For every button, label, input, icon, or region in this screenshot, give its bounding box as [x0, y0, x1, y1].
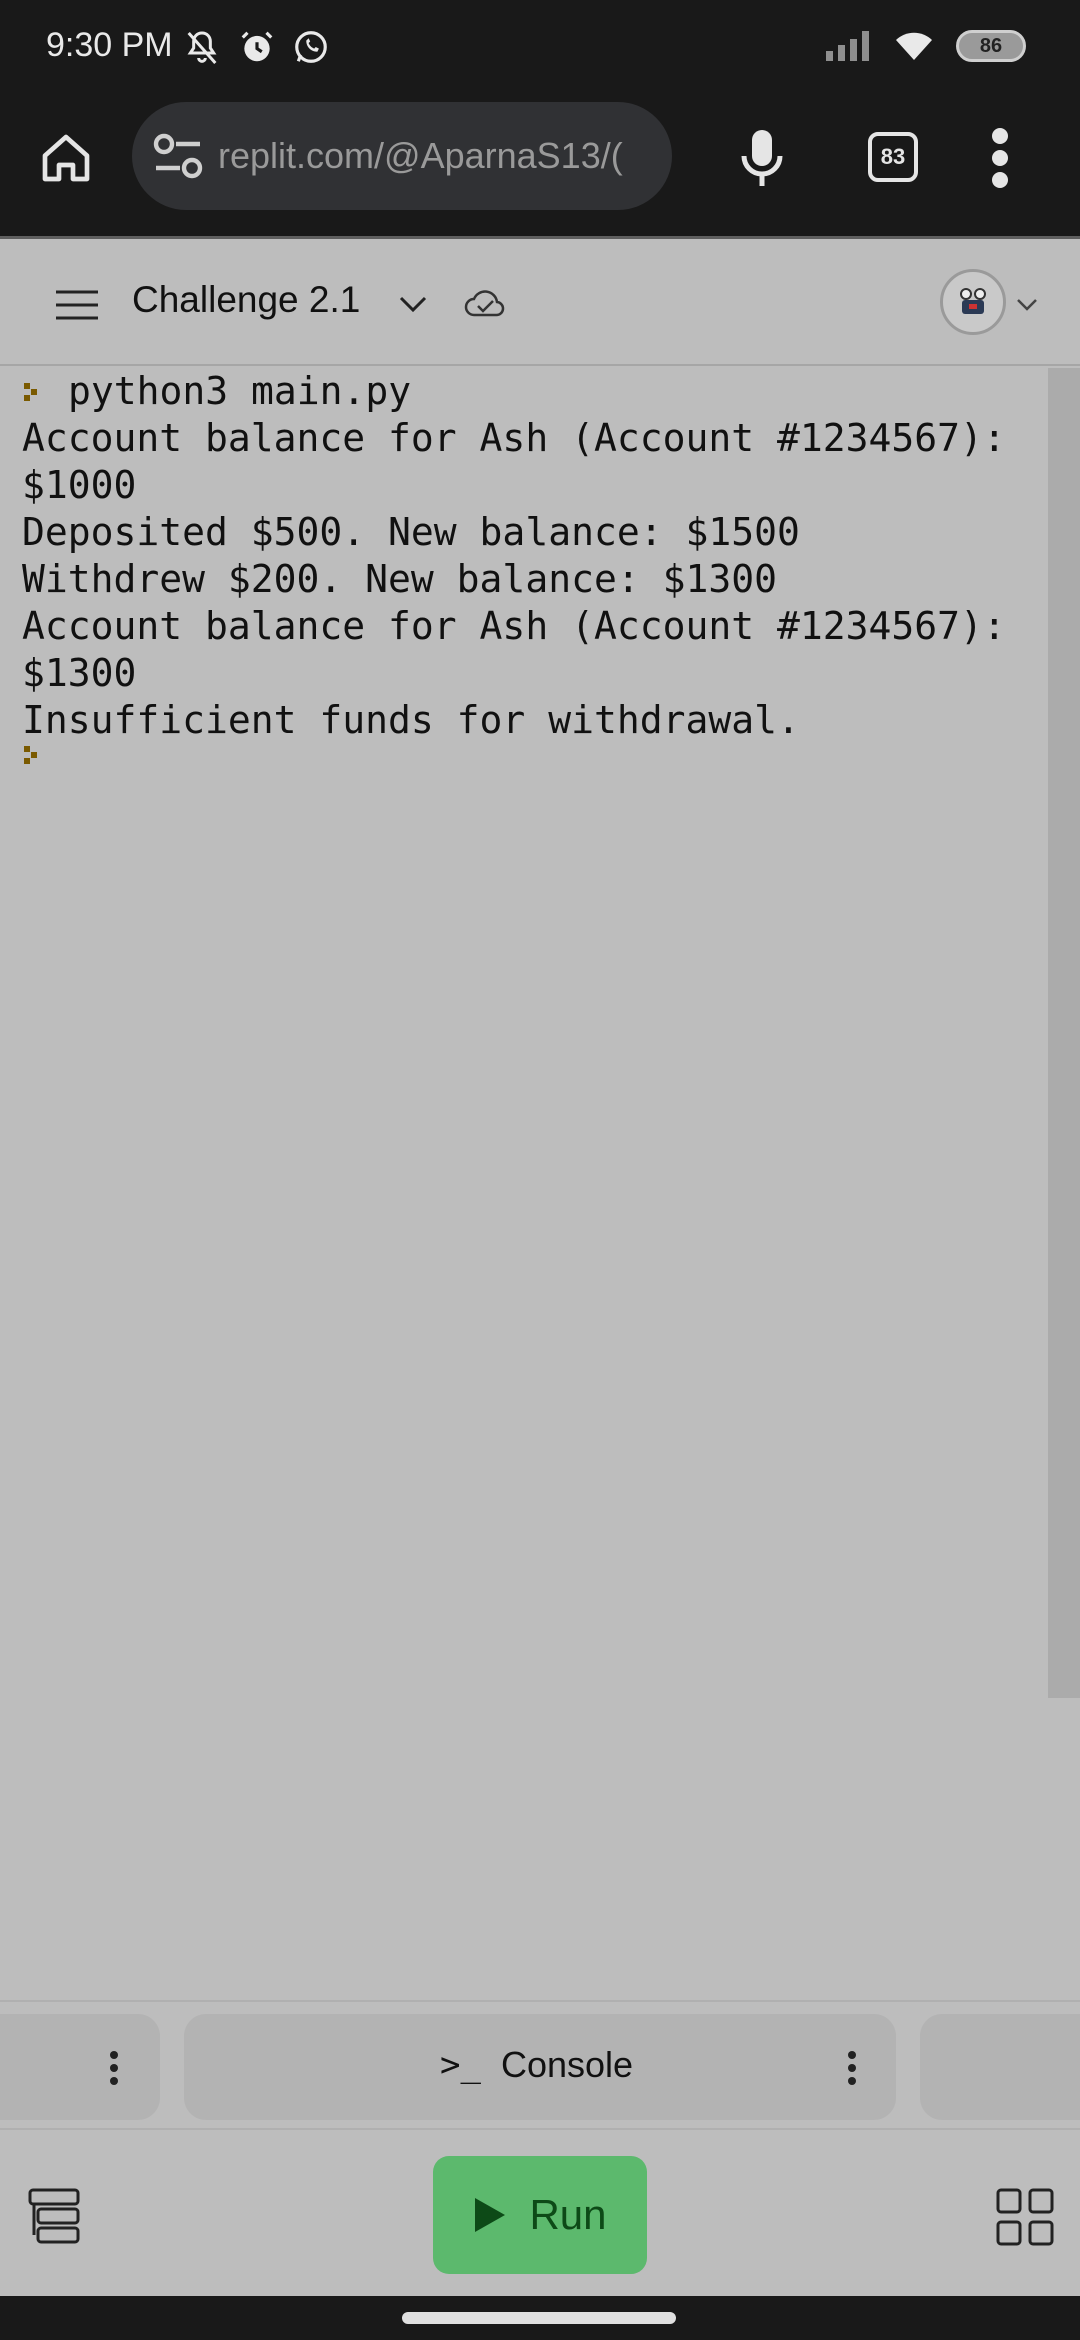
avatar[interactable]	[940, 269, 1006, 335]
terminal-icon: >_	[440, 2045, 481, 2085]
tab-left-partial[interactable]	[0, 2014, 160, 2120]
tab-options-icon[interactable]	[108, 2050, 120, 2086]
bottom-toolbar: Run	[0, 2132, 1080, 2296]
output-line: Withdrew $200. New balance: $1300	[22, 557, 777, 601]
output-line: $1000	[22, 463, 137, 507]
microphone-icon[interactable]	[740, 128, 784, 188]
input-prompt[interactable]	[0, 744, 1048, 766]
apps-grid-icon[interactable]	[996, 2188, 1054, 2246]
console-scrollbar[interactable]	[1048, 368, 1080, 1698]
tab-right-partial[interactable]	[920, 2014, 1080, 2120]
wifi-icon	[896, 32, 932, 60]
tabs-icon[interactable]: 83	[868, 132, 918, 182]
run-label: Run	[529, 2191, 607, 2238]
alarm-icon	[241, 31, 273, 62]
site-settings-icon[interactable]	[150, 128, 206, 184]
output-line: Deposited $500. New balance: $1500	[22, 510, 800, 554]
run-button[interactable]: Run	[433, 2156, 647, 2274]
command-text: python3 main.py	[68, 369, 412, 413]
notifications-muted-icon	[187, 31, 217, 64]
home-icon[interactable]	[38, 130, 94, 186]
chevron-down-icon[interactable]	[396, 289, 430, 319]
signal-icon	[826, 31, 869, 61]
address-bar[interactable]: replit.com/@AparnaS13/(	[132, 102, 672, 210]
cloud-check-icon[interactable]	[464, 285, 506, 323]
output-line: $1300	[22, 651, 137, 695]
files-icon[interactable]	[28, 2188, 82, 2244]
battery-indicator: 86	[956, 30, 1026, 62]
play-icon	[475, 2198, 506, 2232]
system-nav-bar	[0, 2296, 1080, 2340]
repl-title[interactable]: Challenge 2.1	[132, 279, 360, 321]
output-line: Account balance for Ash (Account #123456…	[22, 416, 1006, 460]
tab-options-icon[interactable]	[846, 2050, 858, 2086]
browser-toolbar: replit.com/@AparnaS13/( 83	[0, 98, 1080, 236]
prompt-icon	[24, 746, 37, 764]
home-gesture-handle[interactable]	[402, 2312, 676, 2324]
output-line: Account balance for Ash (Account #123456…	[22, 604, 1006, 648]
output-line: Insufficient funds for withdrawal.	[22, 698, 800, 742]
url-text[interactable]: replit.com/@AparnaS13/(	[218, 135, 623, 177]
repl-header: Challenge 2.1	[0, 236, 1080, 366]
pane-tabs: >_ Console	[0, 2000, 1080, 2130]
status-bar: 9:30 PM 86	[0, 0, 1080, 98]
avatar-icon	[960, 288, 986, 314]
command-line: python3 main.py	[0, 368, 1048, 415]
whatsapp-icon	[295, 31, 327, 63]
hamburger-menu-icon[interactable]	[56, 289, 98, 321]
more-menu-icon[interactable]	[990, 128, 1010, 188]
status-time: 9:30 PM	[46, 26, 173, 64]
account-menu-chevron-icon[interactable]	[1014, 293, 1040, 315]
tab-console[interactable]: >_ Console	[184, 2014, 896, 2120]
prompt-icon	[24, 382, 37, 401]
console-output[interactable]: python3 main.py Account balance for Ash …	[0, 368, 1048, 1998]
tab-console-label: Console	[500, 2044, 634, 2085]
battery-level: 86	[979, 34, 1003, 57]
tab-count: 83	[880, 144, 906, 169]
